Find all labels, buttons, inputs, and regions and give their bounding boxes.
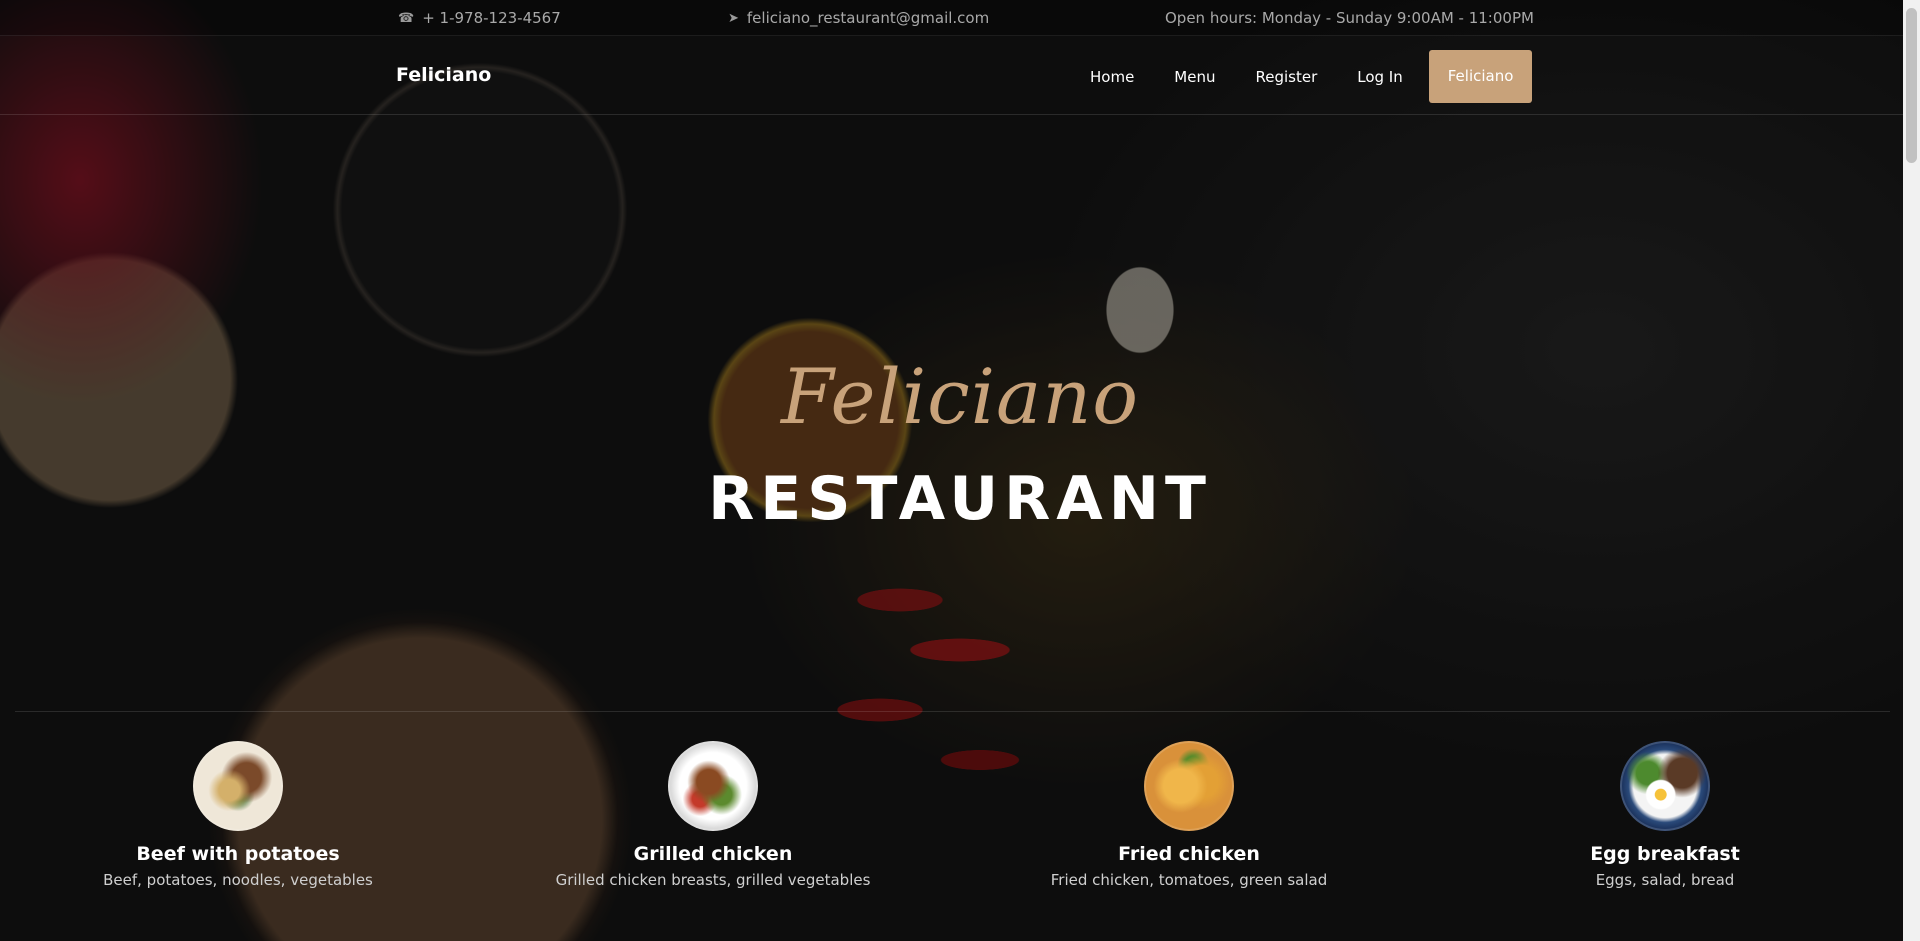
dish-name: Beef with potatoes xyxy=(136,843,340,865)
nav-register[interactable]: Register xyxy=(1235,51,1337,103)
hero-script-title: Feliciano xyxy=(780,352,1140,441)
nav-home[interactable]: Home xyxy=(1070,51,1154,103)
nav-login[interactable]: Log In xyxy=(1337,51,1423,103)
page-scrollbar[interactable] xyxy=(1903,0,1920,941)
dish-description: Eggs, salad, bread xyxy=(1595,871,1735,889)
section-divider xyxy=(15,711,1890,712)
phone-icon: ☎ xyxy=(398,10,415,26)
dish-image xyxy=(193,741,283,831)
dish-description: Fried chicken, tomatoes, green salad xyxy=(1050,871,1328,889)
paper-plane-icon: ➤ xyxy=(728,10,739,26)
main-navbar: Feliciano Home Menu Register Log In Feli… xyxy=(0,36,1920,115)
scrollbar-thumb[interactable] xyxy=(1906,8,1917,163)
phone-number: + 1-978-123-4567 xyxy=(422,9,561,27)
email-address[interactable]: feliciano_restaurant@gmail.com xyxy=(747,9,989,27)
dish-name: Egg breakfast xyxy=(1590,843,1740,865)
dish-name: Fried chicken xyxy=(1118,843,1260,865)
hero-title: RESTAURANT xyxy=(708,464,1212,534)
nav-links: Home Menu Register Log In Feliciano xyxy=(1070,50,1533,103)
contact-hours: Open hours: Monday - Sunday 9:00AM - 11:… xyxy=(1165,9,1534,27)
contact-email: ➤ feliciano_restaurant@gmail.com xyxy=(728,9,989,27)
nav-menu[interactable]: Menu xyxy=(1154,51,1235,103)
dish-description: Beef, potatoes, noodles, vegetables xyxy=(103,871,373,889)
dish-description: Grilled chicken breasts, grilled vegetab… xyxy=(555,871,871,889)
dish-card[interactable]: Grilled chicken Grilled chicken breasts,… xyxy=(513,741,913,889)
dish-image xyxy=(1620,741,1710,831)
contact-bar: ☎ + 1-978-123-4567 ➤ feliciano_restauran… xyxy=(0,0,1920,36)
brand-logo[interactable]: Feliciano xyxy=(396,64,491,86)
dish-name: Grilled chicken xyxy=(633,843,793,865)
dish-card[interactable]: Fried chicken Fried chicken, tomatoes, g… xyxy=(989,741,1389,889)
nav-cta-button[interactable]: Feliciano xyxy=(1428,50,1533,103)
contact-phone: ☎ + 1-978-123-4567 xyxy=(398,9,561,27)
dish-card[interactable]: Egg breakfast Eggs, salad, bread xyxy=(1465,741,1865,889)
open-hours: Open hours: Monday - Sunday 9:00AM - 11:… xyxy=(1165,9,1534,27)
dish-card[interactable]: Beef with potatoes Beef, potatoes, noodl… xyxy=(38,741,438,889)
dish-image xyxy=(1144,741,1234,831)
dish-image xyxy=(668,741,758,831)
